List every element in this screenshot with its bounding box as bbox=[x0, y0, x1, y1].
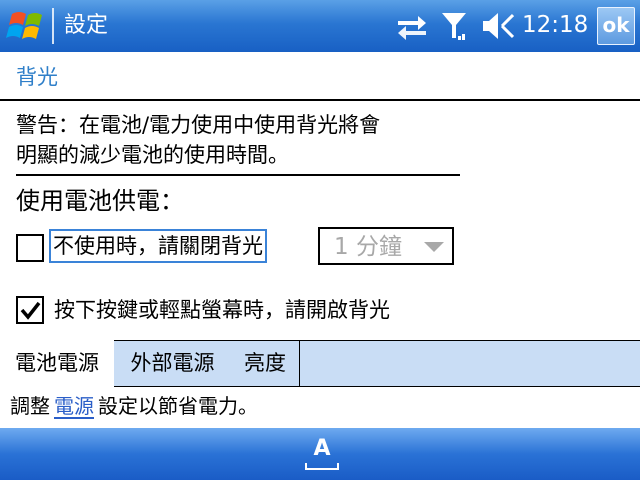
start-menu-button[interactable] bbox=[6, 6, 50, 46]
signal-antenna-icon[interactable] bbox=[440, 10, 468, 42]
tab-brightness[interactable]: 亮度 bbox=[231, 340, 300, 387]
connectivity-icon[interactable] bbox=[396, 10, 428, 42]
keyboard-icon: A bbox=[313, 436, 331, 461]
pocket-pc-screen: 設定 12:18 ok 背光 警告：在電池/電力使用中使用背光將會 明顯的減少電… bbox=[0, 0, 640, 480]
tab-battery-power[interactable]: 電池電源 bbox=[0, 340, 115, 387]
input-panel-button[interactable]: A bbox=[305, 436, 339, 472]
warning-line-1: 警告：在電池/電力使用中使用背光將會 bbox=[16, 113, 381, 137]
hint-prefix: 調整 bbox=[10, 394, 50, 418]
checkmark-icon bbox=[20, 301, 41, 320]
warning-line-2: 明顯的減少電池的使用時間。 bbox=[16, 143, 289, 167]
page-title: 背光 bbox=[16, 65, 58, 89]
bottom-menu-bar: A bbox=[0, 428, 640, 480]
warning-divider bbox=[16, 174, 460, 176]
turn-off-backlight-label[interactable]: 不使用時，請關閉背光 bbox=[49, 229, 267, 263]
tab-external-power[interactable]: 外部電源 bbox=[114, 340, 232, 387]
turn-on-backlight-checkbox[interactable] bbox=[16, 296, 44, 324]
page-header: 背光 bbox=[0, 52, 640, 100]
timeout-value: 1 分鐘 bbox=[334, 234, 402, 260]
backlight-timeout-select[interactable]: 1 分鐘 bbox=[318, 227, 454, 265]
windows-logo-icon bbox=[6, 12, 42, 39]
battery-section-heading: 使用電池供電： bbox=[16, 187, 184, 215]
power-settings-hint: 調整 電源 設定以節省電力。 bbox=[10, 390, 258, 422]
header-divider bbox=[0, 99, 640, 101]
hint-suffix: 設定以節省電力。 bbox=[98, 394, 258, 418]
turn-off-backlight-checkbox[interactable] bbox=[16, 234, 44, 262]
power-settings-link[interactable]: 電源 bbox=[54, 394, 94, 418]
ok-button[interactable]: ok bbox=[597, 7, 635, 45]
input-panel-underline bbox=[305, 463, 339, 470]
title-bar: 設定 12:18 ok bbox=[0, 0, 640, 52]
turn-on-backlight-label[interactable]: 按下按鍵或輕點螢幕時，請開啟背光 bbox=[54, 294, 390, 326]
app-title: 設定 bbox=[64, 13, 109, 38]
clock[interactable]: 12:18 bbox=[522, 10, 588, 40]
volume-icon[interactable] bbox=[480, 10, 515, 42]
warning-text: 警告：在電池/電力使用中使用背光將會 明顯的減少電池的使用時間。 bbox=[16, 110, 446, 170]
chevron-down-icon bbox=[424, 242, 444, 252]
title-divider bbox=[52, 8, 54, 44]
